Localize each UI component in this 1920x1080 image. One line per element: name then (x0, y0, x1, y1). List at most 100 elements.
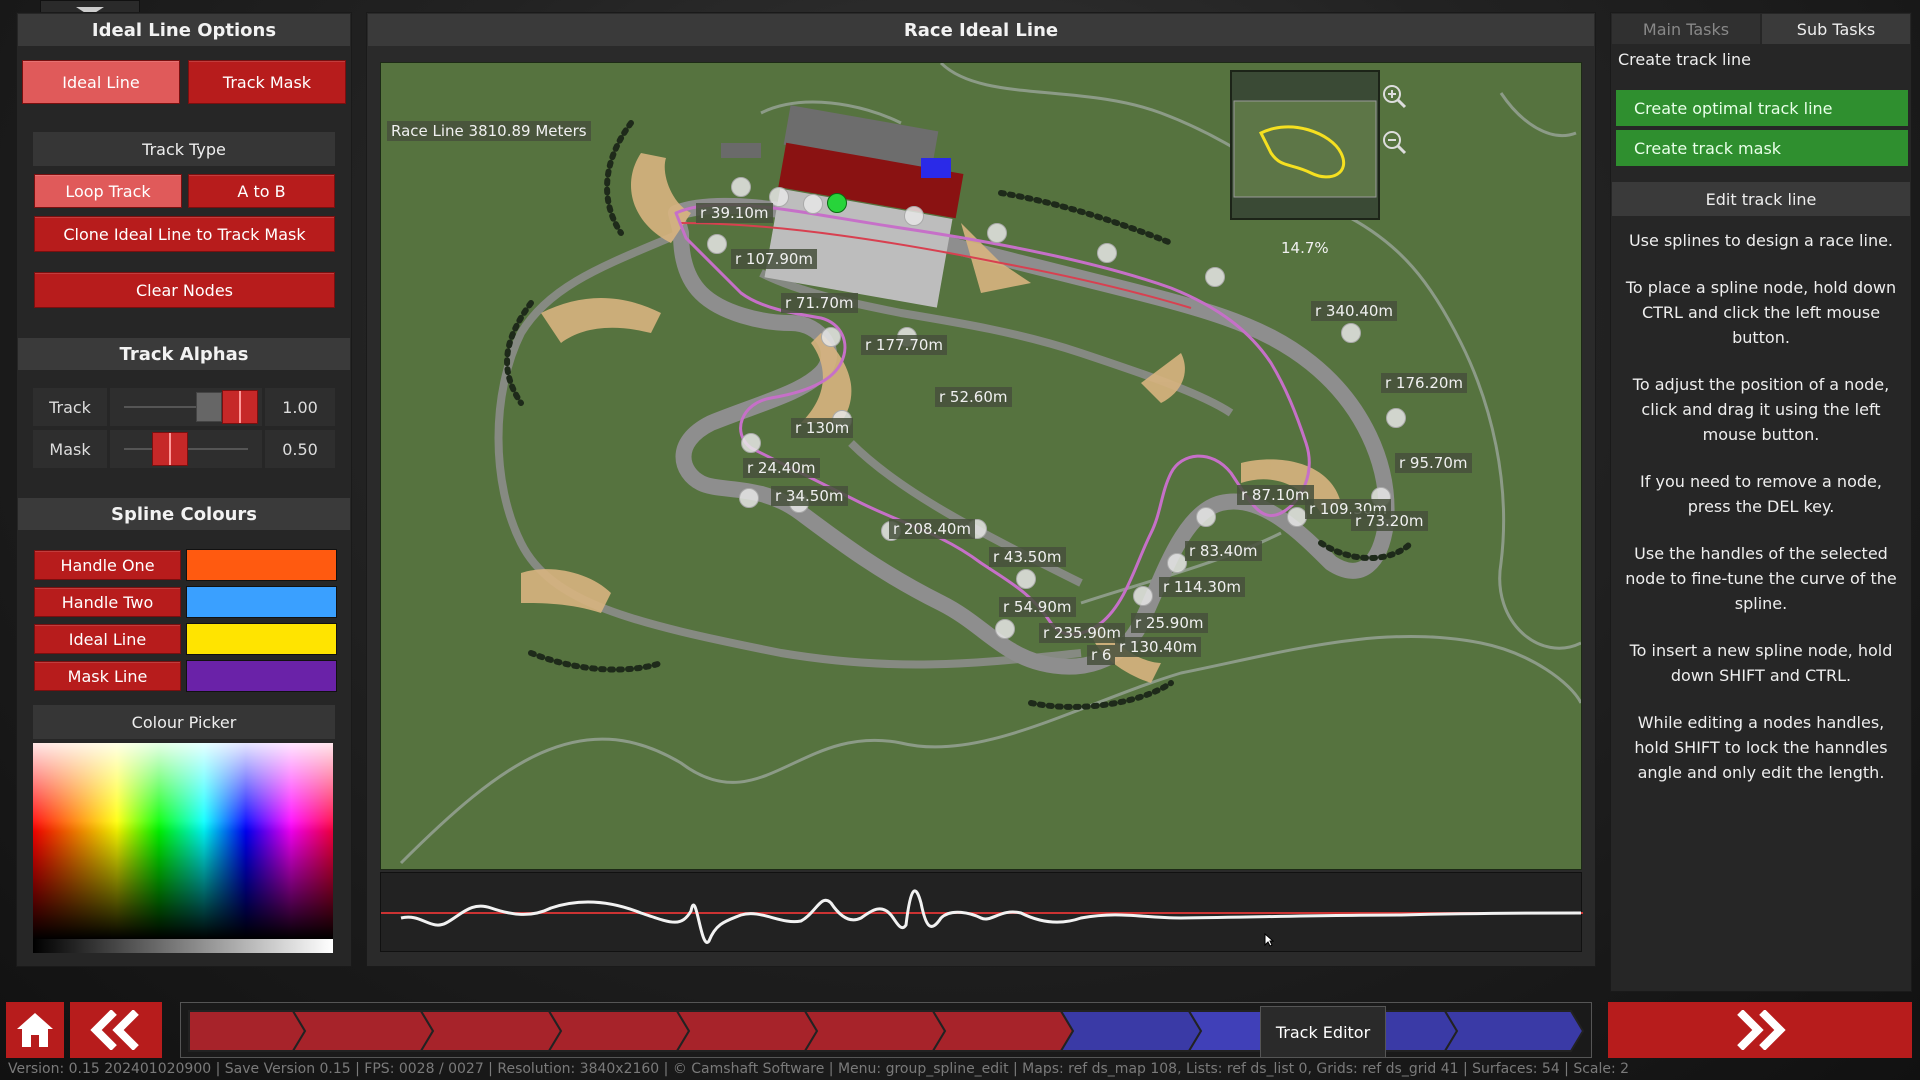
instruction-text: While editing a nodes handles, hold SHIF… (1634, 713, 1888, 782)
radius-label: r 114.30m (1159, 577, 1246, 597)
radius-label: r 25.90m (1131, 613, 1208, 633)
track-type-label: Track Type (33, 132, 335, 166)
ideal-line-colour-button[interactable]: Ideal Line (34, 624, 181, 654)
mask-alpha-slider[interactable] (110, 430, 262, 468)
radius-label: r 340.40m (1311, 301, 1398, 321)
spline-node[interactable] (739, 488, 759, 508)
zoom-level: 14.7% (1281, 239, 1329, 257)
radius-label: r 87.10m (1237, 485, 1314, 505)
mask-alpha-label: Mask (33, 430, 107, 468)
radius-label: r 83.40m (1185, 541, 1262, 561)
radius-label: r 54.90m (999, 597, 1076, 617)
task-create-track-mask[interactable]: Create track mask (1616, 130, 1908, 166)
task-create-optimal-line[interactable]: Create optimal track line (1616, 90, 1908, 126)
clone-ideal-line-button[interactable]: Clone Ideal Line to Track Mask (34, 216, 335, 252)
spline-node[interactable] (1167, 553, 1187, 573)
spline-node[interactable] (1196, 507, 1216, 527)
track-alpha-thumb[interactable] (222, 390, 258, 424)
radius-label: r 34.50m (771, 486, 848, 506)
radius-label: r 130.40m (1115, 637, 1202, 657)
radius-label: r 24.40m (743, 458, 820, 478)
spline-node[interactable] (821, 327, 841, 347)
status-bar: Version: 0.15 202401020900 | Save Versio… (8, 1061, 1630, 1077)
spline-node[interactable] (1287, 507, 1307, 527)
spline-node[interactable] (1386, 408, 1406, 428)
radius-label: r 177.70m (861, 335, 948, 355)
tab-track-mask[interactable]: Track Mask (188, 60, 346, 104)
options-title: Ideal Line Options (18, 14, 350, 46)
a-to-b-button[interactable]: A to B (188, 174, 335, 208)
spline-node[interactable] (1205, 267, 1225, 287)
curvature-graph[interactable] (380, 872, 1583, 952)
radius-label: r 39.10m (696, 203, 773, 223)
spline-node[interactable] (1097, 243, 1117, 263)
zoom-in-icon[interactable] (1381, 83, 1407, 109)
race-line-length: Race Line 3810.89 Meters (387, 121, 591, 141)
track-alphas-title: Track Alphas (18, 338, 350, 370)
mask-alpha-value: 0.50 (265, 430, 335, 468)
radius-label: r 235.90m (1039, 623, 1126, 643)
tab-main-tasks[interactable]: Main Tasks (1612, 14, 1760, 44)
handle-two-swatch[interactable] (186, 586, 337, 618)
loop-track-button[interactable]: Loop Track (34, 174, 182, 208)
track-alpha-label: Track (33, 388, 107, 426)
mouse-cursor-icon (1264, 932, 1275, 951)
ideal-line-swatch[interactable] (186, 623, 337, 655)
track-editor-step-label: Track Editor (1260, 1006, 1386, 1058)
radius-label: r 95.70m (1395, 453, 1472, 473)
track-map[interactable]: Race Line 3810.89 Meters r 39.10m r 107.… (380, 62, 1582, 870)
spline-node[interactable] (731, 177, 751, 197)
instruction-text: To place a spline node, hold down CTRL a… (1625, 278, 1897, 347)
double-chevron-right-icon (1737, 1010, 1786, 1050)
edit-track-line-title: Edit track line (1612, 182, 1910, 216)
handle-one-swatch[interactable] (186, 549, 337, 581)
spline-node-selected[interactable] (827, 193, 847, 213)
colour-picker-label: Colour Picker (33, 705, 335, 739)
home-button[interactable] (6, 1002, 64, 1058)
spline-node[interactable] (1133, 586, 1153, 606)
track-alpha-value: 1.00 (265, 388, 335, 426)
instruction-text: If you need to remove a node, press the … (1640, 472, 1882, 516)
spline-node[interactable] (1016, 569, 1036, 589)
zoom-out-icon[interactable] (1381, 129, 1407, 155)
instruction-text: Use the handles of the selected node to … (1625, 544, 1897, 613)
radius-label: r 6 (1087, 645, 1116, 665)
handle-one-button[interactable]: Handle One (34, 550, 181, 580)
minimap[interactable] (1231, 71, 1379, 219)
mask-alpha-thumb[interactable] (152, 432, 188, 466)
radius-label: r 73.20m (1351, 511, 1428, 531)
spline-node[interactable] (904, 206, 924, 226)
mask-line-swatch[interactable] (186, 660, 337, 692)
radius-label: r 208.40m (889, 519, 976, 539)
instruction-text: To adjust the position of a node, click … (1632, 375, 1890, 444)
tab-sub-tasks[interactable]: Sub Tasks (1762, 14, 1910, 44)
instruction-text: To insert a new spline node, hold down S… (1629, 641, 1893, 685)
tab-ideal-line[interactable]: Ideal Line (22, 60, 180, 104)
radius-label: r 52.60m (935, 387, 1012, 407)
radius-label: r 71.70m (781, 293, 858, 313)
spline-node[interactable] (995, 619, 1015, 639)
spline-node[interactable] (707, 234, 727, 254)
instructions: Use splines to design a race line. To pl… (1620, 228, 1902, 807)
create-track-line-label: Create track line (1618, 50, 1751, 69)
radius-label: r 107.90m (731, 249, 818, 269)
clear-nodes-button[interactable]: Clear Nodes (34, 272, 335, 308)
spline-node[interactable] (741, 433, 761, 453)
double-chevron-left-icon (90, 1010, 139, 1050)
instruction-text: Use splines to design a race line. (1628, 231, 1894, 250)
spline-colours-title: Spline Colours (18, 498, 350, 530)
colour-picker-gradient[interactable] (33, 743, 333, 939)
colour-picker-brightness-bar[interactable] (33, 939, 333, 953)
handle-two-button[interactable]: Handle Two (34, 587, 181, 617)
track-alpha-slider[interactable] (110, 388, 262, 426)
mask-line-colour-button[interactable]: Mask Line (34, 661, 181, 691)
next-button[interactable] (1608, 1002, 1912, 1058)
radius-label: r 43.50m (989, 547, 1066, 567)
center-title: Race Ideal Line (368, 14, 1594, 46)
radius-label: r 130m (791, 418, 854, 438)
spline-node[interactable] (1341, 323, 1361, 343)
spline-node[interactable] (987, 223, 1007, 243)
radius-label: r 176.20m (1381, 373, 1468, 393)
back-button[interactable] (70, 1002, 162, 1058)
spline-node[interactable] (803, 194, 823, 214)
